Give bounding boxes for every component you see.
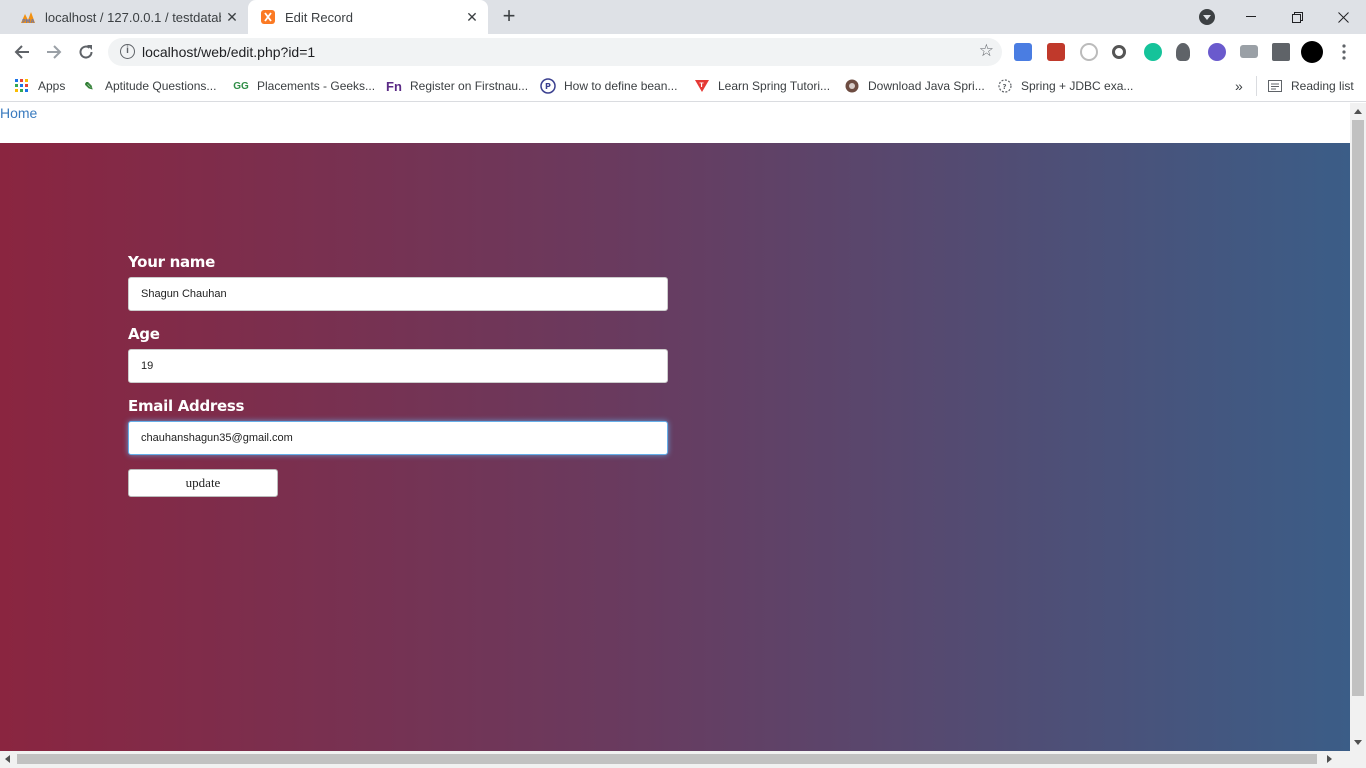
bookmark-spring-jdbc[interactable]: ? Spring + JDBC exa... <box>997 76 1133 96</box>
geeksforgeeks-icon: GG <box>233 80 249 92</box>
bookmark-spring-tutorial[interactable]: T Learn Spring Tutori... <box>694 76 830 96</box>
bookmark-label: Placements - Geeks... <box>257 79 376 93</box>
scroll-left-icon[interactable] <box>5 755 10 763</box>
tutorial-icon: T <box>694 78 710 94</box>
phpmyadmin-icon: PMA <box>20 9 36 25</box>
grammarly-icon[interactable] <box>1144 43 1162 61</box>
home-link[interactable]: Home <box>0 105 37 121</box>
close-icon[interactable]: ✕ <box>224 9 240 25</box>
close-window-icon[interactable] <box>1320 0 1366 34</box>
name-label: Your name <box>128 253 215 271</box>
address-bar[interactable]: i localhost/web/edit.php?id=1 ☆ <box>108 38 1002 66</box>
tab-phpmyadmin[interactable]: PMA localhost / 127.0.0.1 / testdataba ✕ <box>8 0 248 34</box>
bookmark-aptitude[interactable]: ✎ Aptitude Questions... <box>81 76 216 96</box>
forward-icon[interactable] <box>42 40 66 64</box>
tab-edit-record[interactable]: Edit Record ✕ <box>248 0 488 34</box>
name-input[interactable]: Shagun Chauhan <box>128 277 668 311</box>
bookmark-label: Learn Spring Tutori... <box>718 79 831 93</box>
xampp-icon <box>260 9 276 25</box>
bookmark-firstnaukri[interactable]: Fn Register on Firstnau... <box>386 76 528 96</box>
vertical-scroll-thumb[interactable] <box>1352 120 1364 696</box>
gradient-section: Your name Shagun Chauhan Age 19 Email Ad… <box>0 143 1350 751</box>
tab-search-icon[interactable] <box>1199 9 1215 25</box>
avatar[interactable] <box>1301 41 1323 63</box>
page-viewport: Home Your name Shagun Chauhan Age 19 Ema… <box>0 103 1350 751</box>
reading-list-button[interactable]: Reading list <box>1256 76 1354 96</box>
site-icon: P <box>540 78 556 94</box>
bookmark-icon: ? <box>997 78 1013 94</box>
reading-list-label: Reading list <box>1291 79 1354 93</box>
site-info-icon[interactable]: i <box>120 44 135 59</box>
age-input-value: 19 <box>141 360 154 372</box>
email-input[interactable]: chauhanshagun35@gmail.com <box>128 421 668 455</box>
email-input-value: chauhanshagun35@gmail.com <box>141 432 293 444</box>
name-input-value: Shagun Chauhan <box>141 288 227 300</box>
translate-extension-icon[interactable] <box>1014 43 1032 61</box>
bookmark-download-java[interactable]: Download Java Spri... <box>844 76 985 96</box>
horizontal-scrollbar[interactable] <box>0 751 1366 768</box>
new-tab-icon[interactable]: + <box>498 5 520 28</box>
menu-kebab-icon[interactable] <box>1332 40 1356 64</box>
reload-icon[interactable] <box>74 40 98 64</box>
scroll-right-icon[interactable] <box>1327 755 1332 763</box>
firstnaukri-icon: Fn <box>386 78 402 94</box>
bookmark-label: Aptitude Questions... <box>105 79 217 93</box>
bookmark-geeksforgeeks[interactable]: GG Placements - Geeks... <box>233 76 375 96</box>
bookmarks-overflow-icon[interactable]: » <box>1235 76 1243 96</box>
scroll-down-icon[interactable] <box>1354 740 1362 745</box>
close-icon[interactable]: ✕ <box>464 9 480 25</box>
apps-grid-icon <box>14 78 30 94</box>
bookmark-label: Register on Firstnau... <box>410 79 529 93</box>
vertical-scrollbar[interactable] <box>1350 103 1366 751</box>
browser-toolbar: i localhost/web/edit.php?id=1 ☆ <box>0 34 1366 70</box>
timer-extension-icon[interactable] <box>1080 43 1098 61</box>
back-icon[interactable] <box>10 40 34 64</box>
svg-text:P: P <box>545 82 551 91</box>
minimize-icon[interactable] <box>1228 0 1274 34</box>
bookmark-label: Download Java Spri... <box>868 79 985 93</box>
extensions-puzzle-icon[interactable] <box>1272 43 1290 61</box>
bookmarks-bar: Apps ✎ Aptitude Questions... GG Placemen… <box>0 70 1366 102</box>
asterisk-extension-icon[interactable] <box>1208 43 1226 61</box>
scroll-up-icon[interactable] <box>1354 109 1362 114</box>
email-label: Email Address <box>128 397 245 415</box>
bookmark-label: How to define bean... <box>564 79 678 93</box>
book-extension-icon[interactable] <box>1047 43 1065 61</box>
age-label: Age <box>128 325 160 343</box>
bookmark-label: Apps <box>38 79 66 93</box>
bookmark-star-icon[interactable]: ☆ <box>979 41 994 61</box>
edit-record-form: Your name Shagun Chauhan Age 19 Email Ad… <box>128 253 668 497</box>
bookmark-apps[interactable]: Apps <box>14 76 65 96</box>
camera-extension-icon[interactable] <box>1240 45 1258 58</box>
tab-title: Edit Record <box>285 9 353 25</box>
reading-list-icon <box>1267 78 1283 94</box>
horizontal-scroll-thumb[interactable] <box>17 754 1317 764</box>
bookmark-label: Spring + JDBC exa... <box>1021 79 1134 93</box>
record-extension-icon[interactable] <box>1112 45 1126 59</box>
lightbulb-extension-icon[interactable] <box>1176 43 1190 61</box>
url-text: localhost/web/edit.php?id=1 <box>142 44 316 60</box>
svg-text:PMA: PMA <box>22 19 35 24</box>
aptitude-icon: ✎ <box>84 80 94 93</box>
bookmark-define-bean[interactable]: P How to define bean... <box>540 76 677 96</box>
tab-title: localhost / 127.0.0.1 / testdataba <box>45 9 221 25</box>
java-icon <box>844 78 860 94</box>
age-input[interactable]: 19 <box>128 349 668 383</box>
update-button[interactable]: update <box>128 469 278 497</box>
restore-icon[interactable] <box>1274 0 1320 34</box>
svg-text:?: ? <box>1003 83 1007 91</box>
tab-strip: PMA localhost / 127.0.0.1 / testdataba ✕… <box>0 0 1366 34</box>
